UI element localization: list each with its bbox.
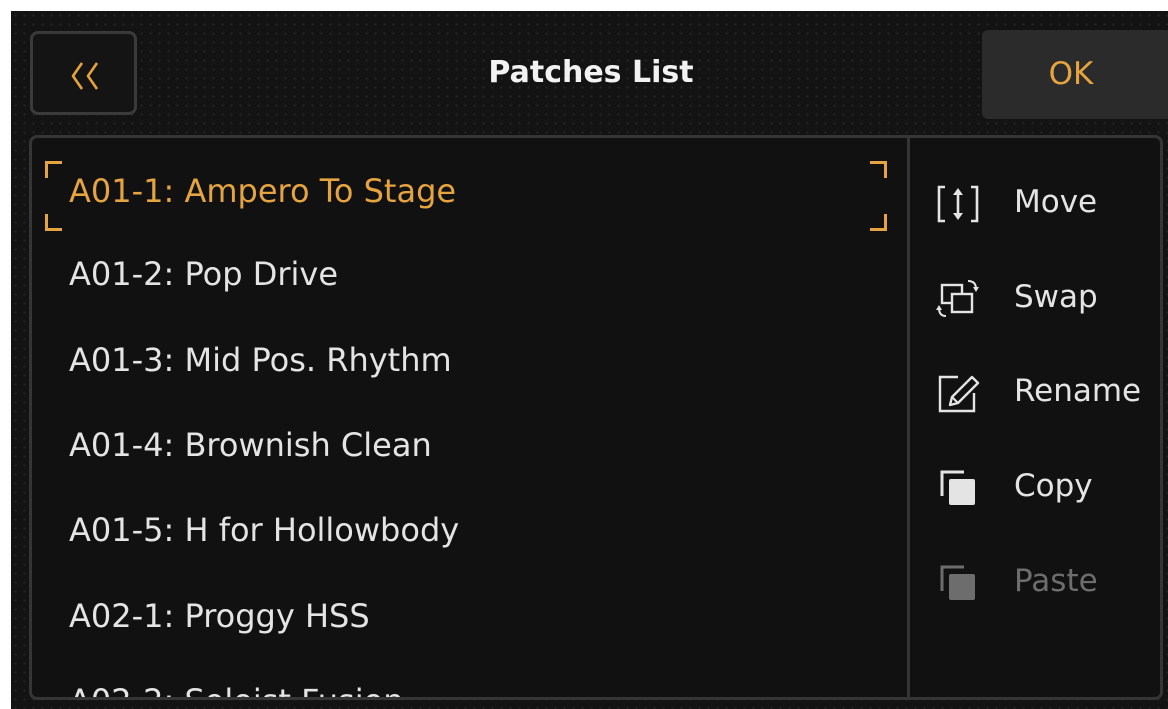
selection-corner [45, 214, 62, 231]
double-chevron-left-icon [71, 62, 99, 90]
list-item[interactable]: A02-2: Soloist Fusion [69, 681, 403, 697]
list-item[interactable]: A01-2: Pop Drive [69, 254, 338, 294]
copy-icon [940, 470, 975, 505]
paste-icon [940, 565, 975, 600]
move-button[interactable]: Move [910, 172, 1160, 232]
actions-panel: Move Swap Rename Copy Paste [907, 135, 1163, 700]
copy-button[interactable]: Copy [910, 456, 1160, 516]
list-item[interactable]: A01-3: Mid Pos. Rhythm [69, 340, 452, 380]
rename-label: Rename [1014, 373, 1142, 409]
device-screen: Patches List OK A01-1: Ampero To Stage A… [11, 11, 1168, 709]
rename-button[interactable]: Rename [910, 361, 1160, 421]
list-item[interactable]: A02-1: Proggy HSS [69, 596, 370, 636]
copy-label: Copy [1014, 468, 1093, 504]
page-title: Patches List [488, 55, 694, 90]
selection-corner [870, 161, 887, 178]
patch-list[interactable]: A01-1: Ampero To Stage A01-2: Pop Drive … [29, 135, 908, 700]
patch-label: A01-1: Ampero To Stage [69, 172, 457, 210]
move-icon [937, 185, 979, 223]
swap-button[interactable]: Swap [910, 267, 1160, 327]
paste-button[interactable]: Paste [910, 551, 1160, 611]
ok-button[interactable]: OK [982, 30, 1168, 119]
paste-label: Paste [1014, 563, 1098, 599]
list-item[interactable]: A01-5: H for Hollowbody [69, 510, 459, 550]
back-button[interactable] [30, 31, 137, 115]
swap-label: Swap [1014, 279, 1098, 315]
move-label: Move [1014, 184, 1098, 220]
swap-icon [936, 280, 979, 317]
selection-corner [870, 214, 887, 231]
rename-icon [938, 375, 980, 413]
list-item[interactable]: A01-4: Brownish Clean [69, 425, 432, 465]
selection-corner [45, 161, 62, 178]
